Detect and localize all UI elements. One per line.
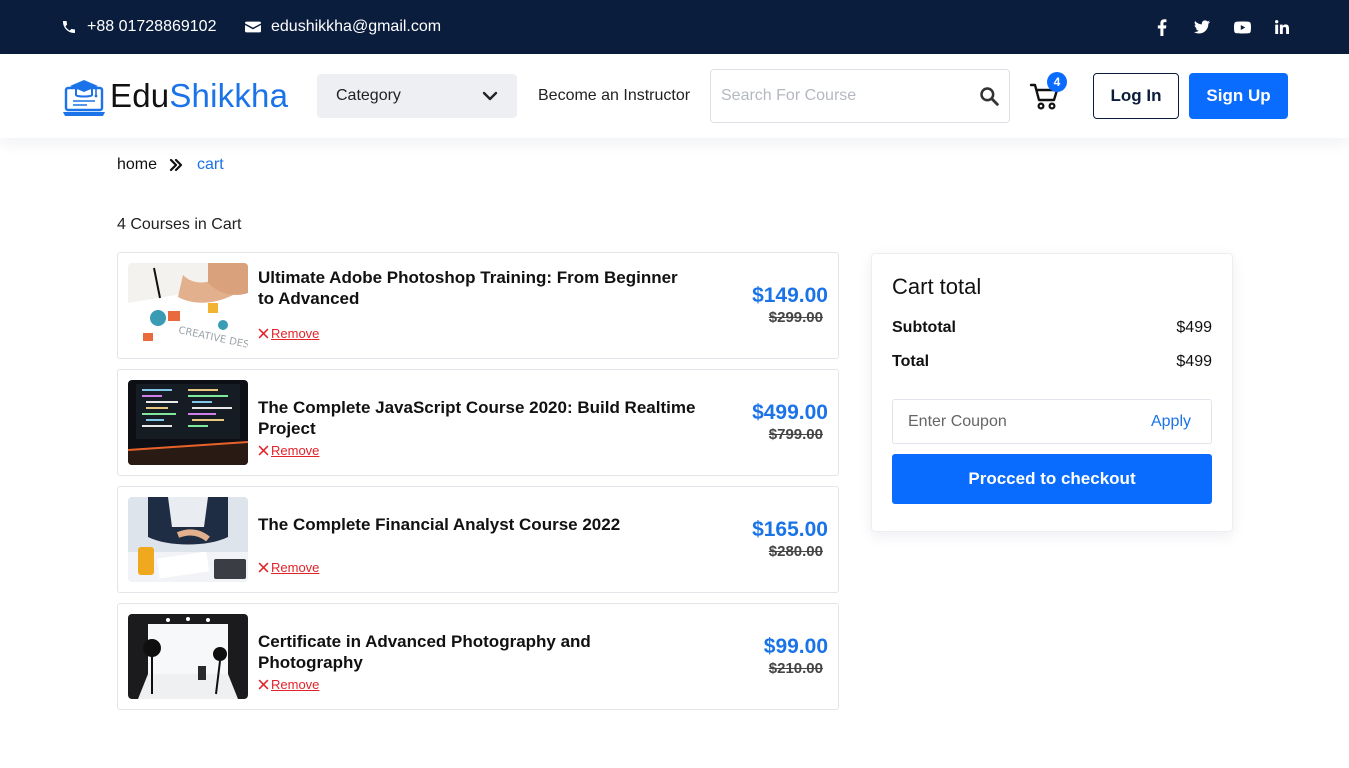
become-instructor-link[interactable]: Become an Instructor	[538, 74, 690, 118]
breadcrumb-current[interactable]: cart	[197, 156, 224, 174]
course-title[interactable]: Ultimate Adobe Photoshop Training: From …	[258, 267, 698, 309]
breadcrumb: home cart	[117, 156, 224, 174]
total-row: Total $499	[892, 353, 1212, 371]
remove-label: Remove	[271, 326, 320, 341]
course-thumbnail[interactable]	[128, 614, 248, 699]
close-icon	[258, 679, 269, 690]
logo-text-edu: Edu	[110, 77, 170, 114]
phone-number: +88 01728869102	[87, 18, 217, 35]
course-thumbnail[interactable]	[128, 380, 248, 465]
remove-button[interactable]: Remove	[258, 443, 319, 458]
remove-button[interactable]: Remove	[258, 326, 319, 341]
email-address: edushikkha@gmail.com	[271, 18, 442, 35]
subtotal-row: Subtotal $499	[892, 319, 1212, 337]
cart-total-title: Cart total	[892, 274, 982, 299]
cart-item: The Complete JavaScript Course 2020: Bui…	[117, 369, 839, 476]
price-block: $499.00 $799.00	[752, 401, 828, 445]
course-thumbnail[interactable]	[128, 497, 248, 582]
total-value: $499	[1176, 353, 1212, 370]
facebook-icon[interactable]	[1153, 18, 1171, 36]
main-header: EduShikkha Category Become an Instructor…	[0, 54, 1349, 138]
top-bar: +88 01728869102 edushikkha@gmail.com	[0, 0, 1349, 54]
search-box	[710, 69, 1010, 123]
remove-label: Remove	[271, 560, 320, 575]
logo-text-shikkha: Shikkha	[169, 77, 289, 114]
original-price: $299.00	[768, 309, 823, 326]
subtotal-label: Subtotal	[892, 319, 956, 336]
logo-text: EduShikkha	[110, 77, 288, 115]
current-price: $149.00	[752, 284, 828, 307]
cart-count-badge: 4	[1047, 72, 1067, 92]
cart-item: CREATIVE DESIGN Ultimate Adobe Photoshop…	[117, 252, 839, 359]
linkedin-icon[interactable]	[1273, 18, 1291, 36]
cart-total-panel: Cart total Subtotal $499 Total $499 Appl…	[871, 253, 1233, 532]
double-chevron-right-icon	[169, 159, 183, 171]
price-block: $165.00 $280.00	[752, 518, 828, 562]
close-icon	[258, 445, 269, 456]
cart-course-count: 4 Courses in Cart	[117, 216, 242, 233]
price-block: $149.00 $299.00	[752, 284, 828, 328]
original-price: $280.00	[768, 543, 823, 560]
course-title[interactable]: The Complete Financial Analyst Course 20…	[258, 514, 698, 535]
youtube-icon[interactable]	[1233, 18, 1251, 36]
original-price: $210.00	[768, 660, 823, 677]
current-price: $499.00	[752, 401, 828, 424]
signup-button[interactable]: Sign Up	[1189, 73, 1288, 119]
current-price: $165.00	[752, 518, 828, 541]
remove-label: Remove	[271, 677, 320, 692]
phone-icon	[63, 21, 75, 33]
twitter-icon[interactable]	[1193, 18, 1211, 36]
course-thumbnail[interactable]: CREATIVE DESIGN	[128, 263, 248, 348]
close-icon	[258, 328, 269, 339]
apply-coupon-button[interactable]: Apply	[1151, 413, 1191, 431]
current-price: $99.00	[763, 635, 828, 658]
checkout-button[interactable]: Procced to checkout	[892, 454, 1212, 504]
coupon-box: Apply	[892, 399, 1212, 444]
remove-button[interactable]: Remove	[258, 677, 319, 692]
course-title[interactable]: The Complete JavaScript Course 2020: Bui…	[258, 397, 698, 439]
cart-item: Certificate in Advanced Photography and …	[117, 603, 839, 710]
category-dropdown[interactable]: Category	[317, 74, 517, 118]
original-price: $799.00	[768, 426, 823, 443]
email-contact[interactable]: edushikkha@gmail.com	[245, 0, 441, 54]
search-input[interactable]	[721, 87, 979, 105]
close-icon	[258, 562, 269, 573]
total-label: Total	[892, 353, 930, 370]
course-title[interactable]: Certificate in Advanced Photography and …	[258, 631, 698, 673]
breadcrumb-home[interactable]: home	[117, 156, 157, 174]
login-button[interactable]: Log In	[1093, 73, 1179, 119]
remove-button[interactable]: Remove	[258, 560, 319, 575]
social-links	[1153, 0, 1291, 54]
search-icon[interactable]	[979, 86, 999, 106]
phone-contact[interactable]: +88 01728869102	[61, 0, 216, 54]
category-label: Category	[336, 87, 401, 104]
site-logo[interactable]: EduShikkha	[62, 74, 288, 118]
price-block: $99.00 $210.00	[764, 635, 828, 679]
cart-item: The Complete Financial Analyst Course 20…	[117, 486, 839, 593]
remove-label: Remove	[271, 443, 320, 458]
subtotal-value: $499	[1176, 319, 1212, 336]
envelope-icon	[245, 21, 261, 33]
chevron-down-icon	[482, 91, 498, 101]
coupon-input[interactable]	[908, 412, 1151, 431]
laptop-graduation-icon	[63, 80, 105, 116]
